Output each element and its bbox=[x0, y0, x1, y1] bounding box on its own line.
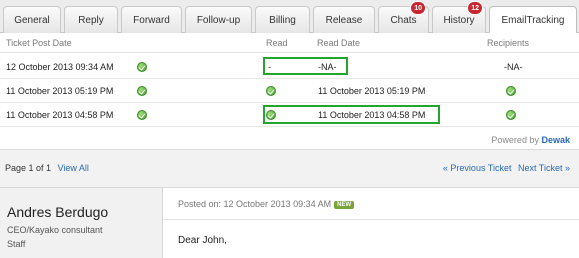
tab-label: General bbox=[14, 14, 50, 26]
powered-by: Powered by Dewak bbox=[491, 135, 570, 145]
next-ticket-link[interactable]: Next Ticket » bbox=[518, 163, 570, 173]
tab-bar: General Reply Forward Follow-up Billing … bbox=[0, 0, 579, 34]
posted-on: Posted on: 12 October 2013 09:34 AM NEW bbox=[178, 199, 355, 209]
tab-chats[interactable]: Chats 10 bbox=[378, 1, 429, 33]
tab-label: Billing bbox=[269, 14, 296, 26]
tab-reply[interactable]: Reply bbox=[64, 6, 118, 33]
check-icon bbox=[137, 110, 147, 120]
tab-label: Chats bbox=[390, 14, 417, 26]
ticket-view: General Reply Forward Follow-up Billing … bbox=[0, 0, 579, 258]
divider bbox=[164, 219, 579, 220]
posted-on-text: Posted on: 12 October 2013 09:34 AM bbox=[178, 199, 332, 209]
tab-label: Follow-up bbox=[196, 14, 241, 26]
tab-label: History bbox=[443, 14, 475, 26]
previous-ticket-link[interactable]: « Previous Ticket bbox=[443, 163, 512, 173]
tab-label: Reply bbox=[78, 14, 104, 26]
tab-general[interactable]: General bbox=[3, 6, 61, 33]
tab-email-tracking[interactable]: EmailTracking bbox=[489, 6, 577, 34]
highlight-box-unread bbox=[263, 57, 348, 75]
brand-link[interactable]: Dewak bbox=[541, 135, 570, 145]
author-role: CEO/Kayako consultant bbox=[7, 225, 103, 235]
pagination: Page 1 of 1 View All « Previous Ticket N… bbox=[0, 151, 579, 185]
email-tracking-panel: Ticket Post Date Read Read Date Recipien… bbox=[0, 33, 579, 150]
table-header: Ticket Post Date Read Read Date Recipien… bbox=[0, 33, 579, 53]
page-indicator: Page 1 of 1 bbox=[5, 163, 52, 173]
author-type: Staff bbox=[7, 239, 26, 249]
column-header-ticket-post-date: Ticket Post Date bbox=[6, 38, 72, 48]
tab-history[interactable]: History 12 bbox=[432, 1, 486, 33]
author-panel: Andres Berdugo CEO/Kayako consultant Sta… bbox=[0, 188, 163, 258]
post-date: 11 October 2013 05:19 PM bbox=[6, 86, 114, 96]
tab-billing[interactable]: Billing bbox=[255, 6, 310, 33]
post-date: 11 October 2013 04:58 PM bbox=[6, 110, 114, 120]
tab-forward[interactable]: Forward bbox=[121, 6, 182, 33]
recipients-check-icon bbox=[506, 110, 516, 120]
tab-release[interactable]: Release bbox=[313, 6, 375, 33]
read-check-icon bbox=[266, 86, 276, 96]
author-name: Andres Berdugo bbox=[7, 204, 109, 220]
powered-by-label: Powered by bbox=[491, 135, 539, 145]
recipients-check-icon bbox=[506, 86, 516, 96]
recipients: -NA- bbox=[504, 62, 523, 72]
column-header-read-date: Read Date bbox=[317, 38, 361, 48]
history-count-badge: 12 bbox=[467, 1, 483, 15]
chats-count-badge: 10 bbox=[410, 1, 426, 15]
read-date: 11 October 2013 05:19 PM bbox=[318, 86, 426, 96]
tab-label: EmailTracking bbox=[501, 15, 565, 26]
new-badge: NEW bbox=[334, 201, 355, 209]
tab-follow-up[interactable]: Follow-up bbox=[185, 6, 252, 33]
ticket-post: Andres Berdugo CEO/Kayako consultant Sta… bbox=[0, 187, 579, 258]
tab-label: Forward bbox=[133, 14, 170, 26]
column-header-read: Read bbox=[266, 38, 288, 48]
view-all-link[interactable]: View All bbox=[58, 163, 89, 173]
check-icon bbox=[137, 62, 147, 72]
post-date: 12 October 2013 09:34 AM bbox=[6, 62, 114, 72]
table-row: 11 October 2013 05:19 PM 11 October 2013… bbox=[0, 79, 579, 103]
column-header-recipients: Recipients bbox=[487, 38, 530, 48]
highlight-box-read bbox=[263, 105, 440, 124]
post-body: Dear John, bbox=[178, 235, 227, 246]
check-icon bbox=[137, 86, 147, 96]
tab-label: Release bbox=[325, 14, 363, 26]
